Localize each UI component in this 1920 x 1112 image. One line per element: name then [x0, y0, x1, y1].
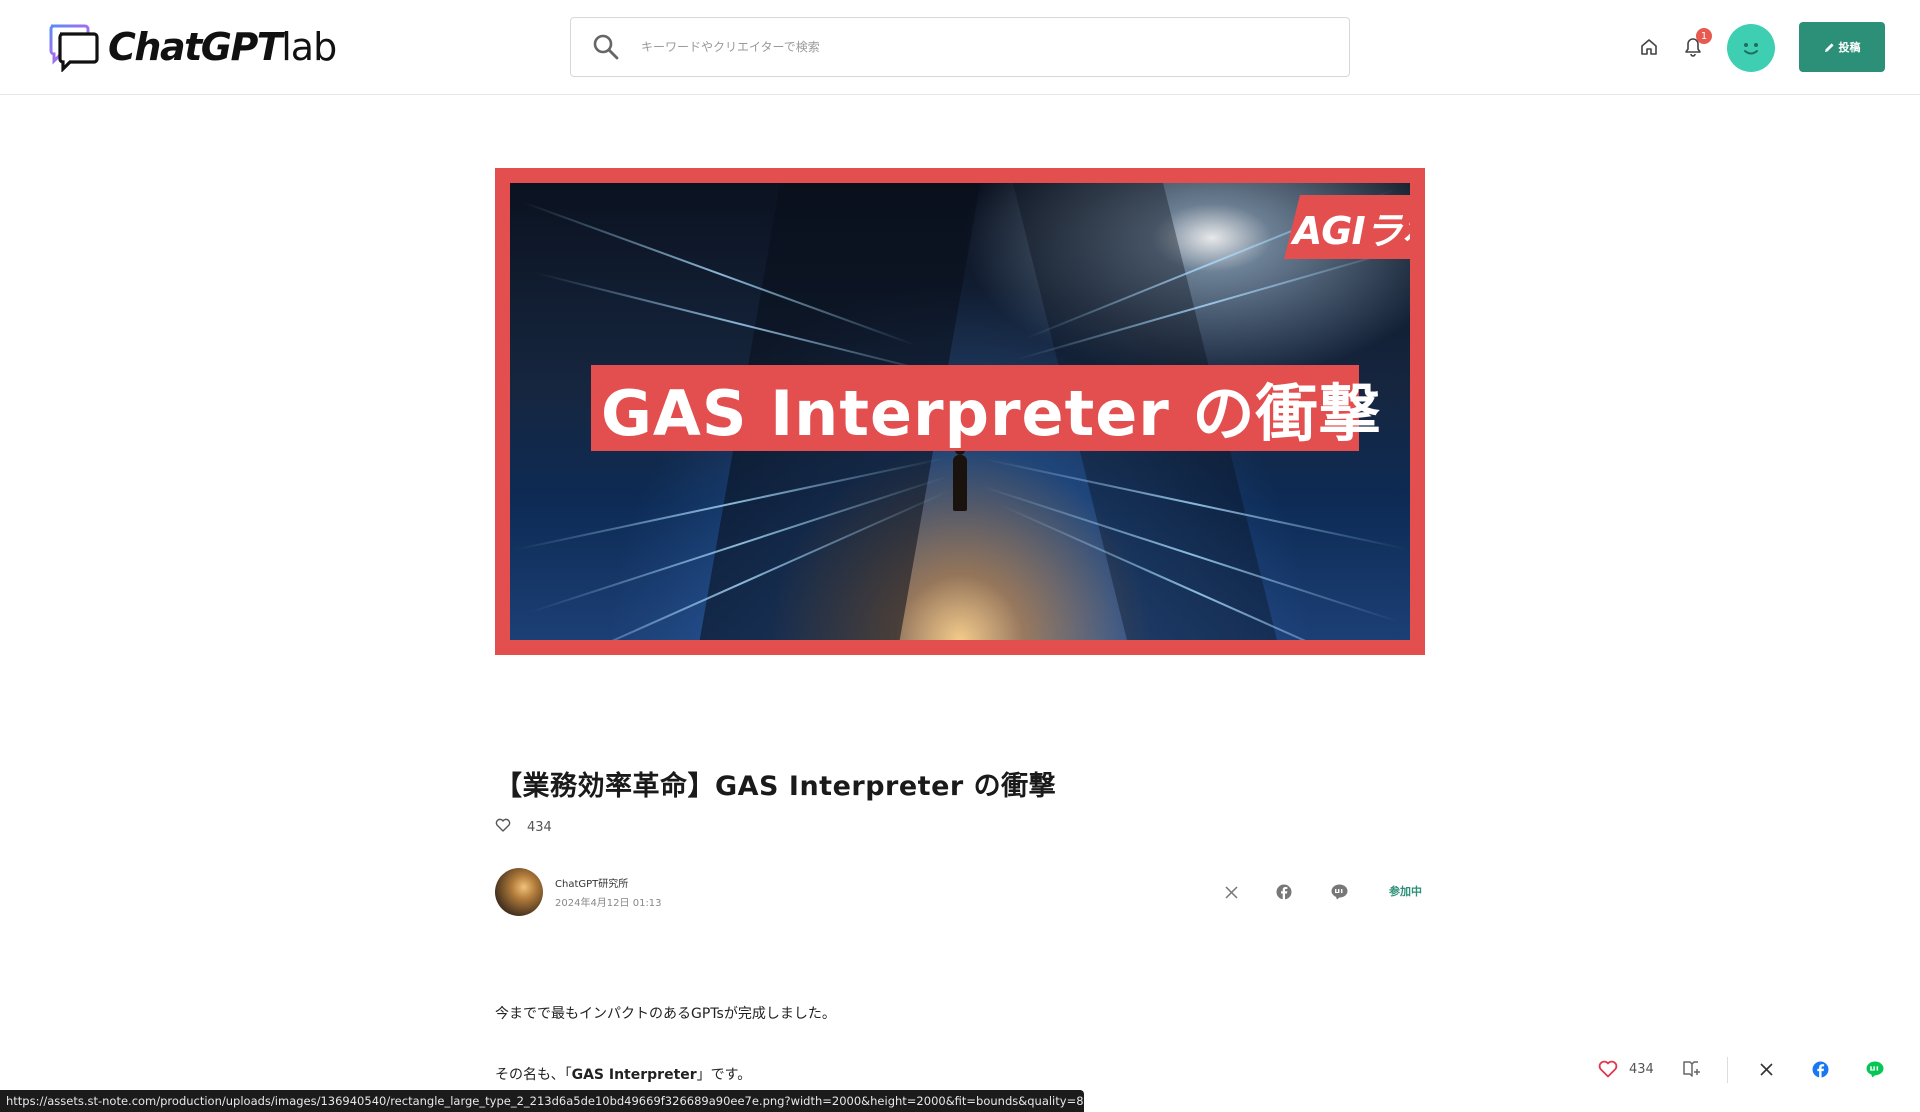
heart-icon	[1598, 1060, 1618, 1078]
join-membership-button[interactable]: 参加中	[1389, 883, 1422, 899]
floating-share-line-icon[interactable]	[1866, 1052, 1884, 1086]
pencil-icon	[1824, 42, 1834, 52]
agi-lab-badge: AGIラボ	[1284, 195, 1410, 259]
silhouette-figure	[953, 445, 967, 511]
floating-divider	[1727, 1057, 1728, 1083]
article-title: 【業務効率革命】GAS Interpreter の衝撃	[495, 771, 1057, 802]
browser-status-url: https://assets.st-note.com/production/up…	[0, 1090, 1084, 1112]
floating-share-facebook-icon[interactable]	[1812, 1052, 1829, 1086]
top-header: ChatGPTlab 1 投稿	[0, 0, 1920, 95]
share-facebook-icon[interactable]	[1270, 878, 1298, 906]
paragraph-1: 今までで最もインパクトのあるGPTsが完成しました。	[495, 1006, 836, 1022]
hero-title-band: GAS Interpreter の衝撃	[591, 365, 1380, 451]
home-icon[interactable]	[1634, 32, 1664, 62]
author-block[interactable]: ChatGPT研究所 2024年4月12日 01:13	[495, 868, 662, 916]
floating-like-button[interactable]	[1598, 1052, 1618, 1086]
like-count: 434	[527, 819, 552, 835]
search-bar[interactable]	[570, 17, 1350, 77]
site-logo[interactable]: ChatGPTlab	[48, 22, 337, 72]
magazine-add-icon[interactable]	[1682, 1052, 1702, 1086]
author-meta: ChatGPT研究所 2024年4月12日 01:13	[555, 875, 662, 909]
notification-badge: 1	[1696, 28, 1712, 44]
share-x-icon[interactable]	[1217, 878, 1245, 906]
post-button[interactable]: 投稿	[1799, 22, 1885, 72]
publish-date: 2024年4月12日 01:13	[555, 898, 662, 909]
user-avatar[interactable]	[1727, 24, 1775, 72]
author-name[interactable]: ChatGPT研究所	[555, 875, 662, 890]
logo-text: ChatGPTlab	[108, 25, 337, 69]
hero-artwork: GAS Interpreter の衝撃 AGIラボ	[510, 183, 1410, 640]
share-line-icon[interactable]	[1325, 878, 1353, 906]
paragraph-2: その名も、「GAS Interpreter」です。	[495, 1067, 752, 1083]
article-hero-image[interactable]: GAS Interpreter の衝撃 AGIラボ	[495, 168, 1425, 655]
heart-icon[interactable]	[495, 818, 511, 836]
chat-bubble-logo-icon	[49, 24, 99, 72]
search-input[interactable]	[641, 18, 1349, 76]
like-row: 434	[495, 818, 552, 836]
floating-like-count: 434	[1629, 1061, 1654, 1077]
floating-share-x-icon[interactable]	[1760, 1052, 1773, 1086]
smiley-icon	[1744, 43, 1758, 55]
search-icon	[571, 17, 641, 77]
author-avatar[interactable]	[495, 868, 543, 916]
